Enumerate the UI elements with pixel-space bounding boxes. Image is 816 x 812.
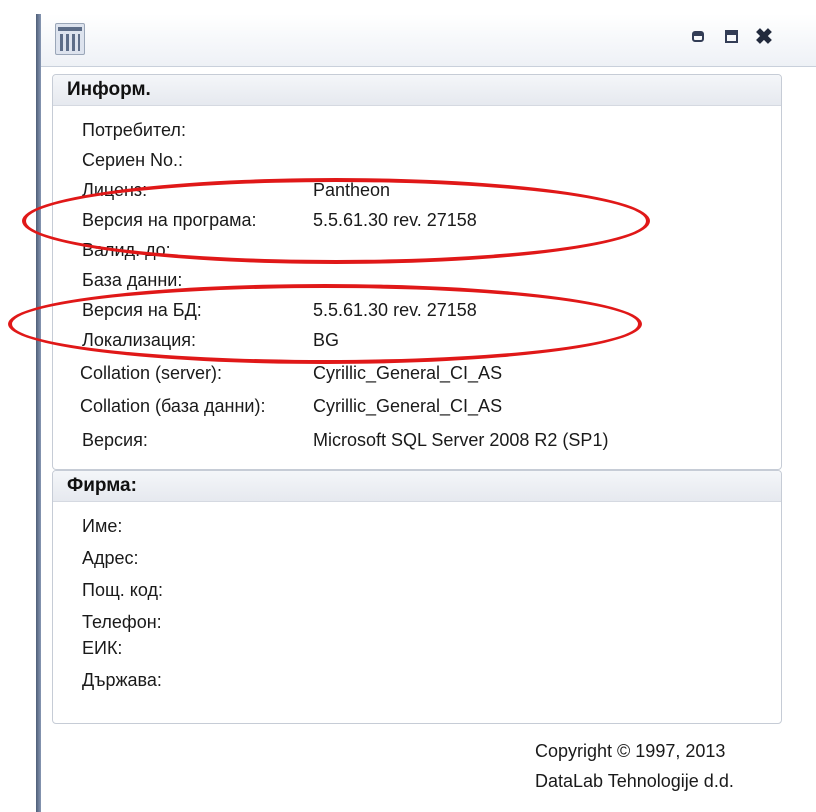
title-bar-divider — [41, 66, 816, 67]
info-panel-title: Информ. — [53, 75, 781, 106]
info-value: Pantheon — [313, 180, 391, 200]
info-label: Локализация: — [82, 330, 197, 350]
top-strip — [0, 0, 816, 14]
info-label: Collation (база данни): — [80, 396, 266, 416]
title-bar[interactable]: ✖ — [41, 14, 816, 66]
info-value: Cyrillic_General_CI_AS — [313, 396, 503, 416]
info-value: BG — [313, 330, 340, 350]
firm-label: Адрес: — [82, 548, 139, 568]
close-icon: ✖ — [754, 24, 774, 49]
copyright-block: Copyright © 1997, 2013 DataLab Tehnologi… — [535, 736, 734, 796]
info-value: Microsoft SQL Server 2008 R2 (SP1) — [313, 430, 609, 450]
info-label: Версия на БД: — [82, 300, 202, 320]
info-label: Сериен No.: — [82, 150, 184, 170]
firm-panel-title: Фирма: — [53, 471, 781, 502]
firm-panel: Фирма: Име: Адрес: Пощ. код: Телефон: ЕИ… — [52, 470, 782, 724]
company-name: DataLab Tehnologije d.d. — [535, 771, 734, 791]
firm-label: Пощ. код: — [82, 580, 163, 600]
info-panel: Информ. Потребител: Сериен No.: Лиценз: … — [52, 74, 782, 470]
info-value: 5.5.61.30 rev. 27158 — [313, 300, 477, 320]
info-label: Лиценз: — [82, 180, 148, 200]
copyright-text: Copyright © 1997, 2013 — [535, 741, 726, 761]
info-value: Cyrillic_General_CI_AS — [313, 363, 503, 383]
info-label: База данни: — [82, 270, 183, 290]
maximize-button[interactable] — [722, 28, 742, 46]
minimize-button[interactable] — [689, 28, 709, 46]
info-label: Потребител: — [82, 120, 186, 140]
info-value: 5.5.61.30 rev. 27158 — [313, 210, 477, 230]
window-left-border — [36, 14, 41, 812]
firm-label: Държава: — [82, 670, 162, 690]
close-button[interactable]: ✖ — [754, 26, 774, 48]
firm-label: ЕИК: — [82, 638, 123, 658]
info-label: Версия на програма: — [82, 210, 257, 230]
firm-label: Име: — [82, 516, 123, 536]
info-label: Валид. до: — [82, 240, 171, 260]
database-icon — [55, 23, 85, 55]
info-label: Версия: — [82, 430, 148, 450]
info-label: Collation (server): — [80, 363, 223, 383]
